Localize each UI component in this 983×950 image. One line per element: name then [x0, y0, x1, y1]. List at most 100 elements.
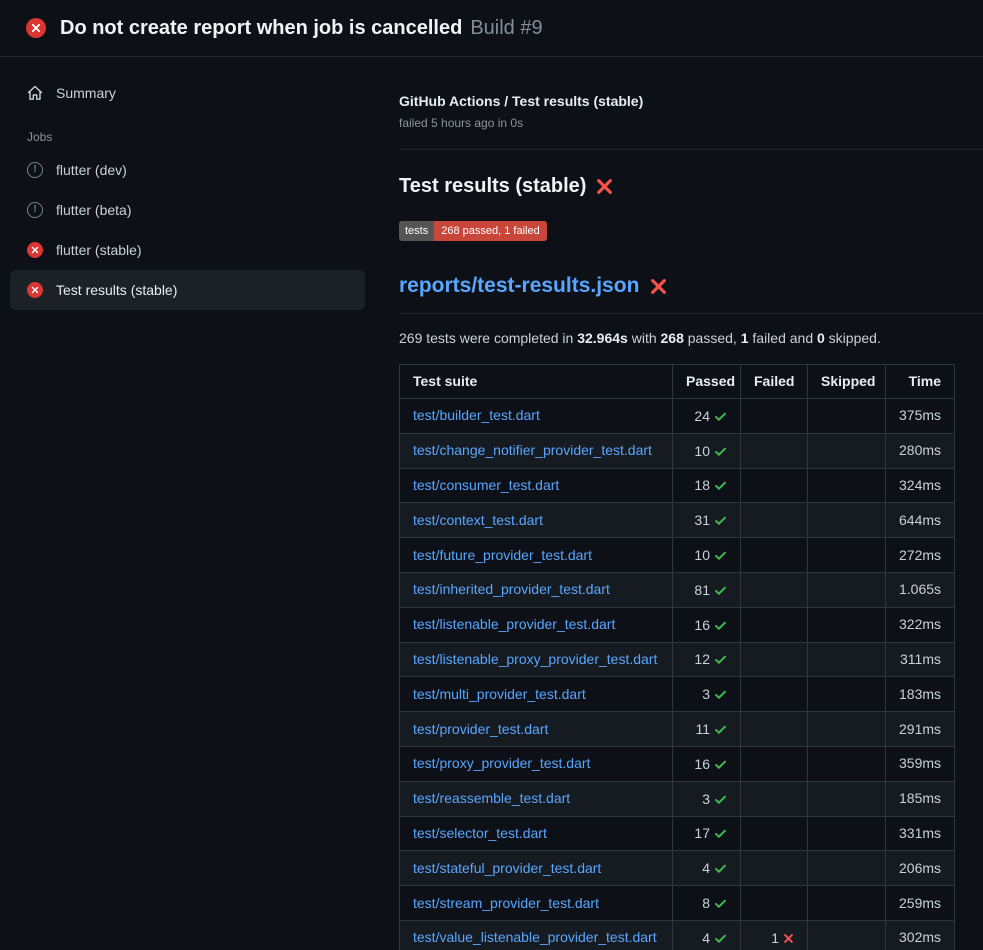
run-title: Do not create report when job is cancell…: [60, 17, 462, 40]
suite-link[interactable]: test/reassemble_test.dart: [413, 790, 570, 806]
breadcrumb: GitHub Actions / Test results (stable): [399, 93, 983, 109]
suite-link[interactable]: test/future_provider_test.dart: [413, 547, 592, 563]
failed-cell: [741, 886, 808, 921]
table-row: test/multi_provider_test.dart 3 183ms: [400, 677, 955, 712]
table-row: test/listenable_proxy_provider_test.dart…: [400, 642, 955, 677]
summary-duration: 32.964s: [577, 330, 628, 346]
skipped-cell: [808, 468, 886, 503]
table-row: test/builder_test.dart 24 375ms: [400, 399, 955, 434]
failed-status-icon: [26, 18, 46, 38]
passed-cell: 16: [673, 607, 741, 642]
time-cell: 280ms: [886, 433, 955, 468]
time-cell: 291ms: [886, 712, 955, 747]
failed-cell: [741, 607, 808, 642]
sidebar-item-job[interactable]: ! flutter (dev): [10, 150, 365, 190]
sidebar: Summary Jobs ! flutter (dev) ! flutter (…: [0, 57, 375, 310]
skipped-cell: [808, 851, 886, 886]
badge-label: tests: [399, 221, 434, 241]
check-icon: [714, 758, 727, 771]
suite-link[interactable]: test/listenable_proxy_provider_test.dart: [413, 651, 657, 667]
table-row: test/listenable_provider_test.dart 16 32…: [400, 607, 955, 642]
failed-job-icon: [27, 282, 43, 298]
summary-passed-count: 268: [661, 330, 684, 346]
passed-cell: 3: [673, 781, 741, 816]
check-icon: [714, 827, 727, 840]
passed-cell: 81: [673, 572, 741, 607]
table-row: test/provider_test.dart 11 291ms: [400, 712, 955, 747]
run-status-line: failed 5 hours ago in 0s: [399, 116, 983, 130]
failed-cell: [741, 399, 808, 434]
failed-job-icon: [27, 242, 43, 258]
suite-link[interactable]: test/listenable_provider_test.dart: [413, 616, 615, 632]
jobs-section-label: Jobs: [0, 130, 375, 144]
suite-link[interactable]: test/stream_provider_test.dart: [413, 895, 599, 911]
suite-link[interactable]: test/builder_test.dart: [413, 407, 540, 423]
sidebar-item-job[interactable]: ! Test results (stable): [10, 270, 365, 310]
home-icon: [27, 85, 43, 101]
check-icon: [714, 653, 727, 666]
summary-text: skipped.: [825, 330, 881, 346]
suite-link[interactable]: test/selector_test.dart: [413, 825, 547, 841]
time-cell: 1.065s: [886, 572, 955, 607]
check-icon: [714, 479, 727, 492]
report-link[interactable]: reports/test-results.json: [399, 274, 639, 298]
passed-cell: 10: [673, 433, 741, 468]
summary-failed-count: 1: [741, 330, 749, 346]
suite-link[interactable]: test/context_test.dart: [413, 512, 543, 528]
check-run-header: Do not create report when job is cancell…: [0, 0, 983, 57]
skipped-cell: [808, 712, 886, 747]
time-cell: 259ms: [886, 886, 955, 921]
suite-link[interactable]: test/provider_test.dart: [413, 721, 548, 737]
suite-link[interactable]: test/inherited_provider_test.dart: [413, 581, 610, 597]
summary-prefix: 269 tests were completed in: [399, 330, 577, 346]
failed-cell: [741, 781, 808, 816]
passed-cell: 4: [673, 920, 741, 950]
passed-cell: 8: [673, 886, 741, 921]
sidebar-item-job[interactable]: ! flutter (beta): [10, 190, 365, 230]
suite-link[interactable]: test/consumer_test.dart: [413, 477, 559, 493]
section-title: Test results (stable): [399, 175, 586, 198]
failed-cell: 1: [741, 920, 808, 950]
job-label: flutter (dev): [56, 162, 127, 178]
time-cell: 183ms: [886, 677, 955, 712]
skipped-cell: [808, 781, 886, 816]
column-header-skipped: Skipped: [808, 365, 886, 399]
table-row: test/inherited_provider_test.dart 81 1.0…: [400, 572, 955, 607]
table-row: test/value_listenable_provider_test.dart…: [400, 920, 955, 950]
suite-link[interactable]: test/value_listenable_provider_test.dart: [413, 929, 657, 945]
failed-x-icon: [650, 278, 667, 295]
suite-link[interactable]: test/multi_provider_test.dart: [413, 686, 586, 702]
table-row: test/change_notifier_provider_test.dart …: [400, 433, 955, 468]
sidebar-item-summary[interactable]: Summary: [10, 73, 365, 113]
passed-cell: 24: [673, 399, 741, 434]
suite-link[interactable]: test/change_notifier_provider_test.dart: [413, 442, 652, 458]
failed-cell: [741, 538, 808, 573]
x-glyph: [31, 23, 41, 33]
suite-link[interactable]: test/stateful_provider_test.dart: [413, 860, 601, 876]
failed-cell: [741, 712, 808, 747]
failed-cell: [741, 746, 808, 781]
failed-cell: [741, 468, 808, 503]
failed-cell: [741, 503, 808, 538]
skipped-cell: [808, 677, 886, 712]
suite-link[interactable]: test/proxy_provider_test.dart: [413, 755, 590, 771]
column-header-test-suite: Test suite: [400, 365, 673, 399]
skipped-cell: [808, 399, 886, 434]
failed-cell: [741, 642, 808, 677]
passed-cell: 3: [673, 677, 741, 712]
job-label: flutter (stable): [56, 242, 142, 258]
skipped-cell: [808, 816, 886, 851]
table-row: test/reassemble_test.dart 3 185ms: [400, 781, 955, 816]
failed-cell: [741, 851, 808, 886]
table-row: test/consumer_test.dart 18 324ms: [400, 468, 955, 503]
results-table-body: test/builder_test.dart 24 375ms test/cha…: [400, 399, 955, 950]
skipped-cell: [808, 746, 886, 781]
passed-cell: 10: [673, 538, 741, 573]
passed-cell: 18: [673, 468, 741, 503]
column-header-passed: Passed: [673, 365, 741, 399]
time-cell: 272ms: [886, 538, 955, 573]
table-row: test/context_test.dart 31 644ms: [400, 503, 955, 538]
sidebar-item-job[interactable]: ! flutter (stable): [10, 230, 365, 270]
main-content: GitHub Actions / Test results (stable) f…: [375, 57, 983, 950]
skipped-cell: [808, 920, 886, 950]
